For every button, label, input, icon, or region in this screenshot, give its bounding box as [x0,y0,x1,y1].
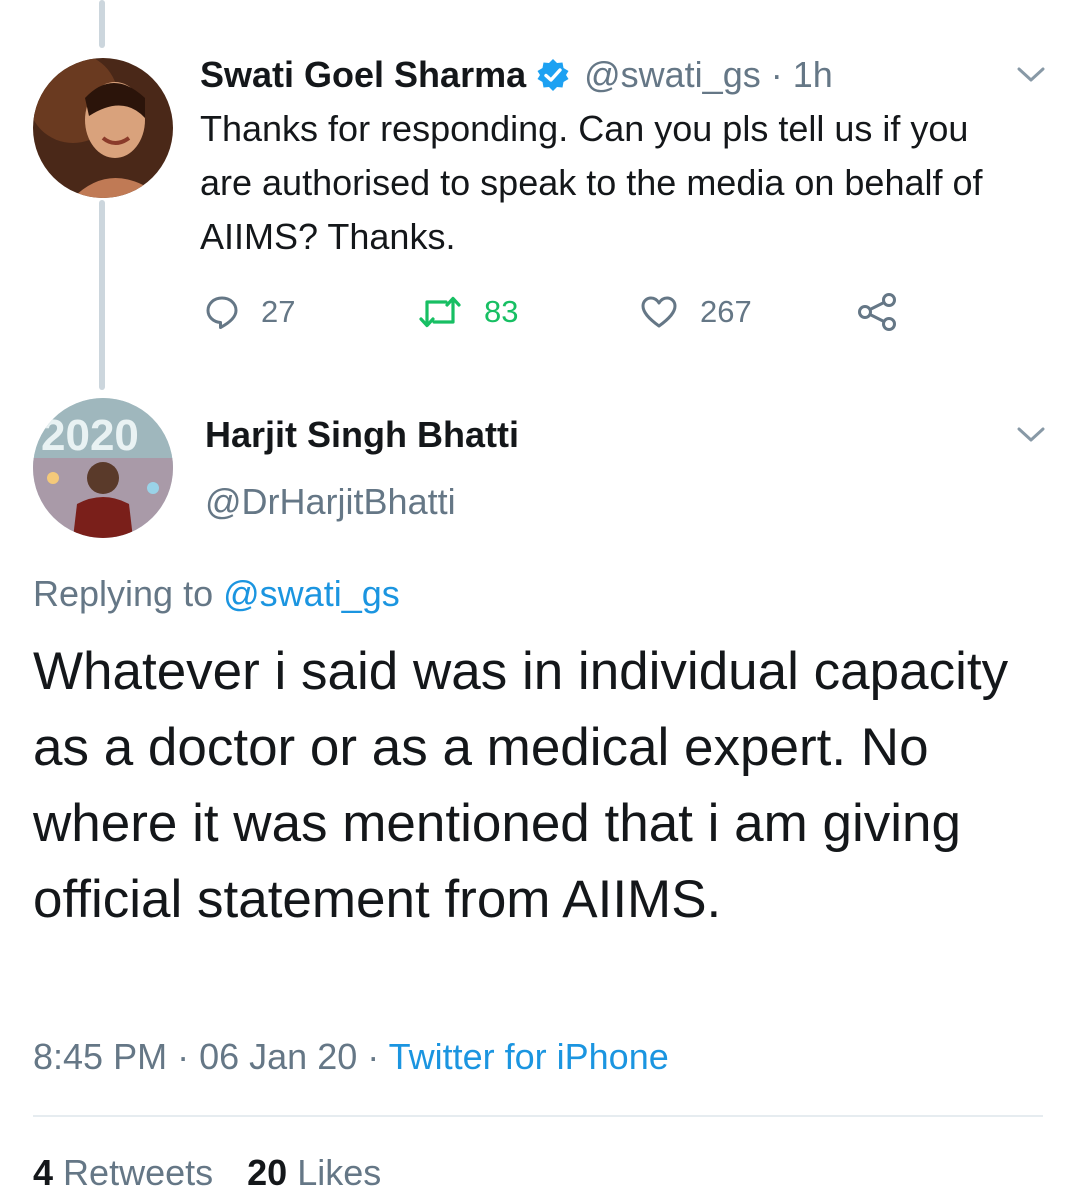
replying-to-label: Replying to [33,573,214,614]
dot-separator: · [770,54,783,95]
likes-label: Likes [297,1152,382,1193]
like-count: 267 [700,294,752,329]
thread-line-top [99,0,105,48]
reply-button[interactable]: 27 [205,294,295,330]
display-name[interactable]: Swati Goel Sharma [200,54,526,96]
verified-badge-icon [536,58,570,92]
retweets-stat[interactable]: 4 Retweets [33,1152,223,1193]
likes-count: 20 [247,1152,288,1193]
retweet-button[interactable]: 83 [418,294,518,330]
divider [33,1115,1043,1117]
avatar[interactable] [33,58,173,198]
handle[interactable]: @DrHarjitBhatti [205,481,456,523]
display-name[interactable]: Harjit Singh Bhatti [205,414,519,456]
retweet-count: 83 [484,294,519,329]
like-button[interactable]: 267 [640,294,752,330]
tweet-stats: 4 Retweets 20 Likes [33,1152,381,1194]
replying-to: Replying to @swati_gs [33,573,400,615]
heart-icon [640,295,678,329]
dot-separator: · [177,1036,190,1077]
retweets-count: 4 [33,1152,54,1193]
tweet-time: 8:45 PM [33,1036,168,1077]
handle[interactable]: @swati_gs [584,54,761,96]
share-icon[interactable] [856,292,898,332]
tweet-date: 06 Jan 20 [199,1036,358,1077]
chevron-down-icon[interactable] [1017,426,1045,444]
avatar[interactable]: 2020 [33,398,173,538]
tweet-meta: 8:45 PM · 06 Jan 20 · Twitter for iPhone [33,1036,669,1078]
tweet-text: Whatever i said was in individual capaci… [33,642,1009,929]
dot-separator: · [367,1036,380,1077]
reply-icon [205,295,239,329]
retweet-icon [418,295,462,329]
chevron-down-icon[interactable] [1017,66,1045,84]
timestamp[interactable]: 1h [793,54,833,96]
reply-count: 27 [261,294,296,329]
thread-line-bottom [99,200,105,390]
svg-text:2020: 2020 [41,411,139,460]
replying-to-handle[interactable]: @swati_gs [223,573,400,614]
tweet-source-link[interactable]: Twitter for iPhone [389,1036,669,1077]
retweets-label: Retweets [63,1152,214,1193]
likes-stat[interactable]: 20 Likes [247,1152,381,1193]
tweet-text: Thanks for responding. Can you pls tell … [200,108,983,257]
